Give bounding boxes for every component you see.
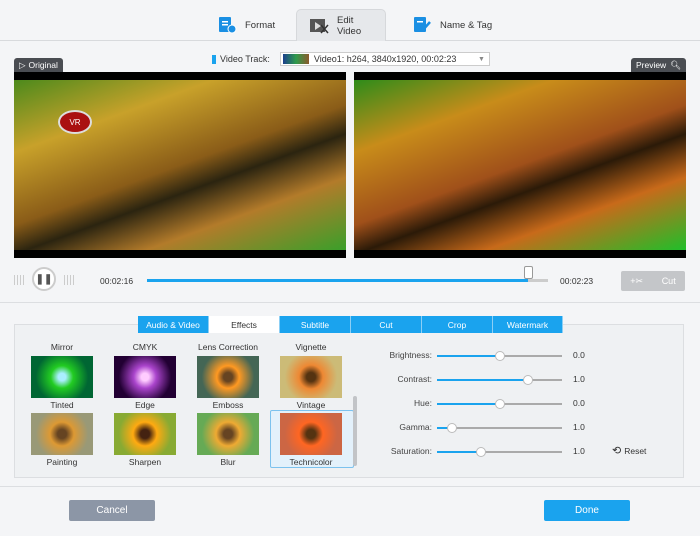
effect-label-technicolor[interactable]: Technicolor xyxy=(280,457,342,467)
effect-label-sharpen[interactable]: Sharpen xyxy=(114,457,176,467)
play-icon: ▷ xyxy=(19,59,26,70)
gamma-slider[interactable] xyxy=(437,423,562,433)
slider-label: Hue: xyxy=(414,398,432,408)
effect-thumbnail-vintage[interactable] xyxy=(280,356,342,398)
slider-knob[interactable] xyxy=(447,423,457,433)
effect-thumbnail-edge[interactable] xyxy=(114,356,176,398)
slider-value: 0.0 xyxy=(573,398,585,408)
effect-thumbnail-technicolor[interactable] xyxy=(280,413,342,455)
effect-label-tinted[interactable]: Tinted xyxy=(31,400,93,410)
track-thumbnail xyxy=(282,54,309,64)
effect-label: Lens Correction xyxy=(197,342,258,352)
slider-fill xyxy=(437,403,500,405)
effect-thumbnail-sharpen[interactable] xyxy=(114,413,176,455)
tab-edit-video[interactable]: Edit Video xyxy=(296,9,386,41)
slider-label: Contrast: xyxy=(397,374,433,384)
scrollbar[interactable] xyxy=(353,396,357,466)
effect-label-edge[interactable]: Edge xyxy=(114,400,176,410)
zoom-icon[interactable]: 🔍︎ xyxy=(670,60,681,71)
reset-icon: ⟲ xyxy=(612,445,622,457)
slider-knob[interactable] xyxy=(475,447,486,457)
slider-value: 1.0 xyxy=(573,446,585,456)
slider-knob[interactable] xyxy=(494,399,505,409)
edit-tab-subtitle[interactable]: Subtitle xyxy=(280,316,351,333)
video-track-row: Video Track: Video1: h264, 3840x1920, 00… xyxy=(212,52,490,66)
seek-handle[interactable] xyxy=(523,266,533,279)
preview-video xyxy=(354,72,686,258)
cut-button[interactable]: +✂ Cut xyxy=(621,271,685,291)
effect-label: Mirror xyxy=(50,342,74,352)
slider-value: 1.0 xyxy=(573,374,585,384)
effect-thumbnail-emboss[interactable] xyxy=(197,356,259,398)
contrast-slider[interactable] xyxy=(437,375,562,385)
edit-tab-watermark[interactable]: Watermark xyxy=(493,316,563,333)
vr-logo: VR xyxy=(58,110,92,134)
effect-label-emboss[interactable]: Emboss xyxy=(197,400,259,410)
effect-label: Vignette xyxy=(295,342,327,352)
slider-value: 1.0 xyxy=(573,422,585,432)
hue-slider[interactable] xyxy=(437,399,562,409)
slider-knob[interactable] xyxy=(494,351,505,361)
seek-progress xyxy=(147,279,528,282)
effect-label-blur[interactable]: Blur xyxy=(197,457,259,467)
brightness-slider[interactable] xyxy=(437,351,562,361)
slider-fill xyxy=(437,379,529,381)
seek-bar[interactable] xyxy=(147,279,548,282)
slider-value: 0.0 xyxy=(573,350,585,360)
reset-button[interactable]: ⟲ Reset xyxy=(612,444,646,457)
chevron-down-icon: ▼ xyxy=(477,55,485,63)
edit-video-icon xyxy=(309,17,329,35)
effect-thumbnail-blur[interactable] xyxy=(197,413,259,455)
track-icon xyxy=(212,54,216,64)
slider-label: Gamma: xyxy=(399,422,432,432)
prev-frame-button[interactable] xyxy=(14,275,24,285)
pause-button[interactable]: ❚❚ xyxy=(32,267,56,291)
effect-thumbnail-painting[interactable] xyxy=(31,413,93,455)
effect-label-painting[interactable]: Painting xyxy=(31,457,93,467)
effect-label-vintage[interactable]: Vintage xyxy=(280,400,342,410)
current-time: 00:02:16 xyxy=(100,276,134,286)
slider-fill xyxy=(437,451,481,453)
saturation-slider[interactable] xyxy=(437,447,562,457)
edit-tab-crop[interactable]: Crop xyxy=(422,316,493,333)
slider-label: Saturation: xyxy=(390,446,432,456)
edit-tab-cut[interactable]: Cut xyxy=(351,316,422,333)
name-tag-icon xyxy=(412,16,432,34)
done-button[interactable]: Done xyxy=(544,500,630,521)
tab-name-tag[interactable]: Name & Tag xyxy=(400,9,504,41)
original-video: VR xyxy=(14,72,346,258)
preview-label: Preview 🔍︎ xyxy=(630,58,686,72)
cancel-button[interactable]: Cancel xyxy=(69,500,155,521)
edit-tab-effects[interactable]: Effects xyxy=(209,316,280,333)
divider xyxy=(0,302,700,303)
total-time: 00:02:23 xyxy=(560,276,594,286)
slider-fill xyxy=(437,355,500,357)
scissors-icon: +✂ xyxy=(630,275,644,286)
divider xyxy=(0,486,700,487)
tab-format[interactable]: Format xyxy=(205,9,287,41)
effect-label: CMYK xyxy=(132,342,158,352)
video-track-select[interactable]: Video1: h264, 3840x1920, 00:02:23 ▼ xyxy=(279,52,490,66)
format-icon xyxy=(217,16,237,34)
effect-thumbnail-tinted[interactable] xyxy=(31,356,93,398)
slider-label: Brightness: xyxy=(389,350,432,360)
edit-tab-audio-video[interactable]: Audio & Video xyxy=(138,316,209,333)
original-label: ▷ Original xyxy=(14,58,63,72)
next-frame-button[interactable] xyxy=(64,275,74,285)
